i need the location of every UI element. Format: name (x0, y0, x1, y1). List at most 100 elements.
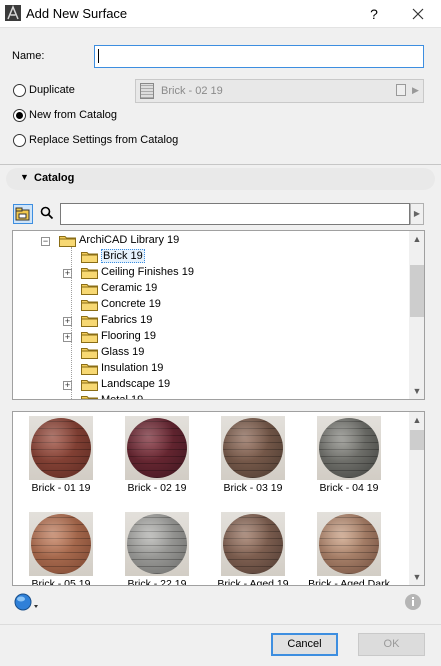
close-button[interactable] (403, 3, 433, 25)
tree-item[interactable]: Metal 19 (13, 393, 407, 400)
radio-new-from-catalog[interactable] (13, 109, 26, 122)
search-options-button[interactable]: ▶ (410, 203, 424, 225)
catalog-search-input[interactable] (60, 203, 410, 225)
window-title: Add New Surface (26, 6, 128, 21)
document-icon (396, 84, 406, 96)
tree-item-label: ArchiCAD Library 19 (79, 234, 180, 246)
tree-item[interactable]: + Ceiling Finishes 19 (13, 265, 407, 281)
folder-icon (59, 236, 76, 247)
surface-preview-grid[interactable]: Brick - 01 19 Brick - 02 19 Brick - 03 19 B… (12, 411, 425, 586)
surface-label: Brick - 22 19 (127, 578, 187, 586)
surface-sphere (127, 514, 187, 574)
surface-label: Brick - Aged Dark (308, 578, 390, 586)
surface-label: Brick - 04 19 (319, 482, 379, 494)
surface-sphere (127, 418, 187, 478)
tree-item-label: Brick 19 (101, 249, 145, 263)
tree-item-label: Insulation 19 (101, 362, 164, 374)
tree-item[interactable]: Glass 19 (13, 345, 407, 361)
tree-item[interactable]: + Landscape 19 (13, 377, 407, 393)
tree-item-label: Fabrics 19 (101, 314, 153, 326)
tree-item[interactable]: Insulation 19 (13, 361, 407, 377)
tree-item-label: Flooring 19 (101, 330, 157, 342)
folder-icon (81, 300, 98, 311)
duplicate-source-value: Brick - 02 19 (161, 85, 223, 97)
footer-divider (0, 624, 441, 625)
folder-icon (81, 380, 98, 391)
surface-label: Brick - 02 19 (127, 482, 187, 494)
folder-view-button[interactable] (13, 204, 33, 224)
surface-sphere (319, 418, 379, 478)
tree-item-label: Concrete 19 (101, 298, 161, 310)
tree-item-label: Metal 19 (101, 394, 144, 400)
divider (0, 164, 441, 165)
text-caret (98, 49, 99, 63)
tree-item[interactable]: Concrete 19 (13, 297, 407, 313)
surface-thumbnail[interactable] (125, 512, 189, 576)
tree-scroll-thumb[interactable] (410, 265, 424, 317)
folder-icon (81, 316, 98, 327)
surface-swatch-icon (140, 83, 154, 99)
surface-sphere (223, 514, 283, 574)
surface-label: Brick - Aged 19 (217, 578, 289, 586)
catalog-label: Catalog (34, 172, 75, 184)
tree-item-label: Ceramic 19 (101, 282, 158, 294)
tree-item[interactable]: + Fabrics 19 (13, 313, 407, 329)
radio-replace-settings-label: Replace Settings from Catalog (29, 134, 179, 146)
folder-icon (81, 348, 98, 359)
archicad-app-icon (5, 5, 21, 21)
collapse-icon[interactable]: − (41, 237, 50, 246)
surface-thumbnail[interactable] (221, 512, 285, 576)
surface-sphere (319, 514, 379, 574)
tree-item[interactable]: Brick 19 (13, 249, 407, 265)
surface-thumbnail[interactable] (317, 512, 381, 576)
tree-connector (71, 247, 72, 399)
ok-button[interactable]: OK (358, 633, 425, 656)
tree-item-label: Landscape 19 (101, 378, 171, 390)
surface-sphere (31, 514, 91, 574)
surface-thumbnail[interactable] (29, 416, 93, 480)
surface-thumbnail[interactable] (29, 512, 93, 576)
radio-replace-settings[interactable] (13, 134, 26, 147)
surface-thumbnail[interactable] (317, 416, 381, 480)
folder-icon (81, 284, 98, 295)
grid-scrollbar[interactable]: ▲ ▼ (409, 412, 424, 585)
surface-label: Brick - 05 19 (31, 578, 91, 586)
scroll-up-icon[interactable]: ▲ (409, 231, 424, 247)
tree-item-label: Glass 19 (101, 346, 145, 358)
tree-item[interactable]: − ArchiCAD Library 19 (13, 233, 407, 249)
globe-icon (14, 593, 38, 611)
globe-menu-button[interactable] (12, 591, 42, 613)
grid-scroll-thumb[interactable] (410, 430, 424, 450)
radio-duplicate-label: Duplicate (29, 84, 75, 96)
radio-duplicate[interactable] (13, 84, 26, 97)
folder-icon (81, 268, 98, 279)
scroll-down-icon[interactable]: ▼ (409, 569, 424, 585)
name-label: Name: (12, 50, 45, 62)
name-input[interactable] (94, 45, 424, 68)
folder-icon (81, 396, 98, 399)
catalog-tree[interactable]: − ArchiCAD Library 19 Brick 19 + Ceiling Fin… (12, 230, 425, 400)
tree-item[interactable]: Ceramic 19 (13, 281, 407, 297)
surface-label: Brick - 01 19 (31, 482, 91, 494)
tree-item-label: Ceiling Finishes 19 (101, 266, 194, 278)
close-icon (412, 8, 424, 20)
folder-icon (81, 252, 98, 263)
tree-scrollbar[interactable]: ▲ ▼ (409, 231, 424, 399)
folder-icon (81, 364, 98, 375)
cancel-button[interactable]: Cancel (271, 633, 338, 656)
search-icon (40, 206, 54, 220)
popup-arrow-icon: ▶ (412, 85, 419, 95)
info-icon (405, 594, 421, 610)
collapse-triangle-icon[interactable]: ▼ (20, 172, 29, 182)
radio-new-from-catalog-label: New from Catalog (29, 109, 118, 121)
surface-sphere (223, 418, 283, 478)
info-button[interactable] (402, 591, 424, 613)
help-button[interactable]: ? (360, 3, 388, 25)
surface-sphere (31, 418, 91, 478)
tree-item[interactable]: + Flooring 19 (13, 329, 407, 345)
surface-label: Brick - 03 19 (223, 482, 283, 494)
surface-thumbnail[interactable] (125, 416, 189, 480)
scroll-up-icon[interactable]: ▲ (409, 412, 424, 428)
scroll-down-icon[interactable]: ▼ (409, 383, 424, 399)
surface-thumbnail[interactable] (221, 416, 285, 480)
